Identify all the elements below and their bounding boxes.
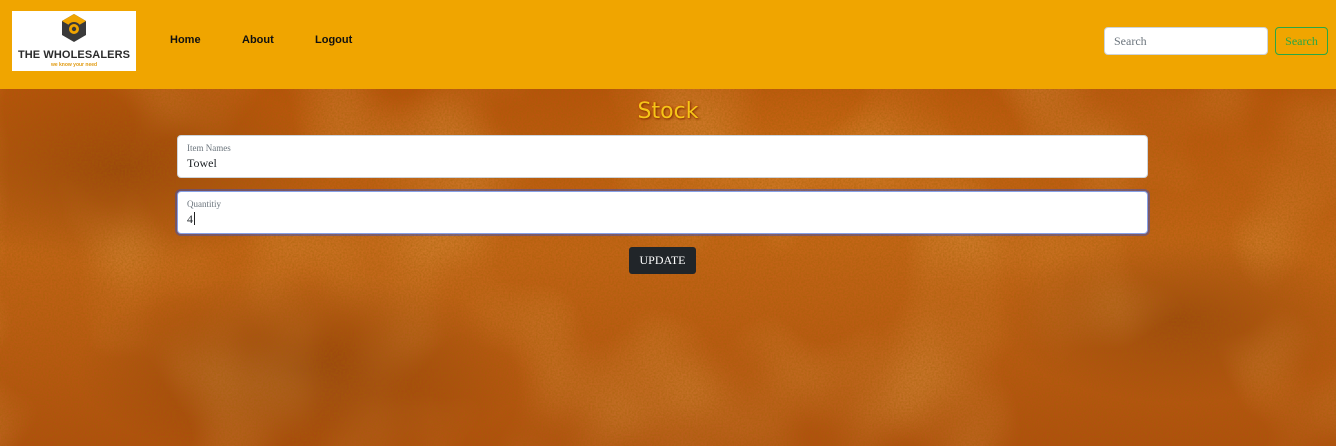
nav-item-home[interactable]: Home: [170, 34, 201, 46]
brand-tagline: we know your need: [50, 62, 98, 68]
brand-name: THE WHOLESALERS: [17, 49, 131, 61]
stock-page: Stock Item Names Towel Quantitiy 4 UPDAT…: [0, 89, 1336, 446]
quantity-value-wrap[interactable]: 4: [187, 212, 195, 227]
page-title: Stock: [637, 99, 699, 124]
item-name-label: Item Names: [187, 143, 231, 153]
update-button[interactable]: UPDATE: [629, 247, 696, 274]
quantity-label: Quantitiy: [187, 199, 221, 209]
quantity-field[interactable]: Quantitiy 4: [177, 191, 1148, 234]
navbar: THE WHOLESALERS we know your need Home A…: [0, 0, 1336, 89]
hexagon-pin-icon: [62, 14, 86, 42]
brand-logo[interactable]: THE WHOLESALERS we know your need: [12, 11, 136, 71]
text-caret: [194, 212, 195, 225]
item-name-value[interactable]: Towel: [187, 156, 217, 171]
search-button[interactable]: Search: [1275, 27, 1328, 55]
nav-item-logout[interactable]: Logout: [315, 34, 352, 46]
search-input[interactable]: [1104, 27, 1268, 55]
item-name-field[interactable]: Item Names Towel: [177, 135, 1148, 178]
nav-item-about[interactable]: About: [242, 34, 274, 46]
quantity-value: 4: [187, 212, 193, 226]
